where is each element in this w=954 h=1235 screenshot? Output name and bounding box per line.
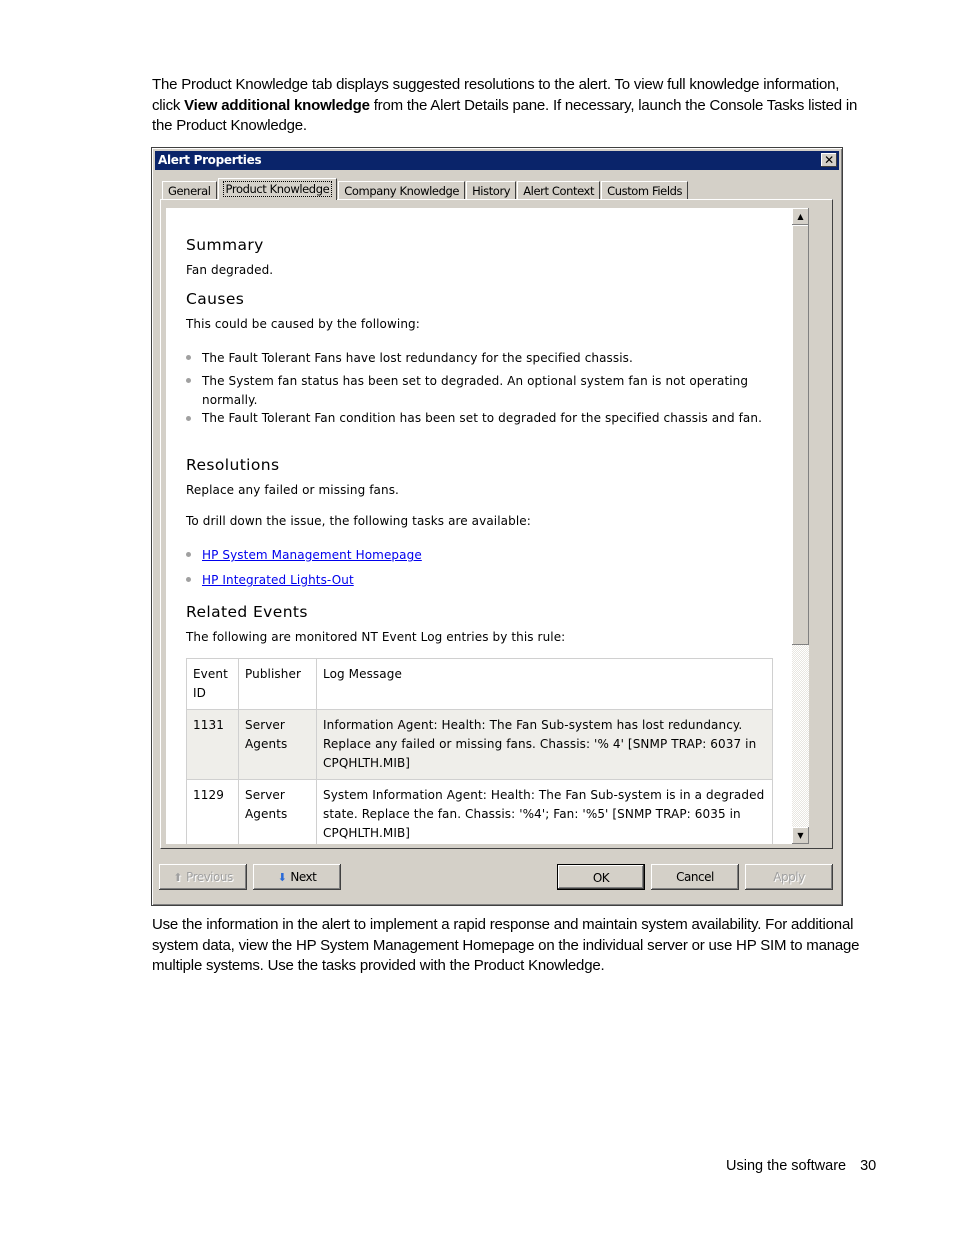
tab-alert-context[interactable]: Alert Context (517, 181, 601, 200)
vertical-scrollbar[interactable]: ▲ ▼ (792, 208, 809, 844)
cause-item: The Fault Tolerant Fan condition has bee… (202, 411, 762, 425)
bullet-icon (186, 378, 191, 383)
log-message-cell: Information Agent: Health: The Fan Sub-s… (316, 709, 773, 780)
tab-company-knowledge[interactable]: Company Knowledge (338, 181, 466, 200)
table-row: 1131 Server Agents Information Agent: He… (186, 709, 773, 780)
scroll-down-arrow-icon[interactable]: ▼ (792, 827, 809, 844)
link-hp-integrated-lights-out[interactable]: HP Integrated Lights-Out (202, 573, 354, 587)
related-events-table: Event ID Publisher Log Message 1131 Serv… (186, 658, 773, 844)
event-id-cell: 1131 (186, 709, 239, 780)
tab-custom-fields[interactable]: Custom Fields (601, 181, 689, 200)
cause-item: The System fan status has been set to de… (202, 374, 749, 407)
related-events-intro: The following are monitored NT Event Log… (186, 630, 566, 644)
related-events-heading: Related Events (186, 603, 308, 621)
product-knowledge-panel: Summary Fan degraded. Causes This could … (160, 199, 833, 849)
previous-button[interactable]: ⬆ Previous (159, 864, 247, 890)
tab-label: Custom Fields (607, 184, 683, 198)
header-event-id: Event ID (186, 658, 239, 710)
footer-section-title: Using the software (726, 1158, 847, 1174)
link-hp-system-management-homepage[interactable]: HP System Management Homepage (202, 548, 422, 562)
publisher-cell: Server Agents (238, 779, 317, 844)
tab-label: Product Knowledge (222, 181, 333, 197)
summary-heading: Summary (186, 236, 264, 254)
resolutions-text: Replace any failed or missing fans. (186, 483, 399, 497)
header-log-message: Log Message (316, 658, 773, 710)
view-additional-knowledge-term: View additional knowledge (184, 96, 370, 114)
tab-label: General (168, 184, 211, 198)
knowledge-viewer: Summary Fan degraded. Causes This could … (166, 208, 809, 844)
causes-intro: This could be caused by the following: (186, 317, 420, 331)
bullet-icon (186, 355, 191, 360)
publisher-cell: Server Agents (238, 709, 317, 780)
bullet-icon (186, 577, 191, 582)
page-number: 30 (860, 1158, 877, 1174)
tab-general[interactable]: General (162, 181, 217, 200)
previous-label: Previous (186, 870, 233, 884)
ok-button[interactable]: OK (557, 864, 645, 890)
table-header-row: Event ID Publisher Log Message (186, 658, 773, 710)
dialog-title-bar[interactable]: Alert Properties ✕ (155, 151, 839, 170)
close-icon[interactable]: ✕ (821, 153, 837, 167)
scroll-up-arrow-icon[interactable]: ▲ (792, 208, 809, 225)
alert-properties-dialog: Alert Properties ✕ General Product Knowl… (151, 147, 843, 906)
resolutions-heading: Resolutions (186, 456, 280, 474)
cancel-button[interactable]: Cancel (651, 864, 739, 890)
summary-text: Fan degraded. (186, 263, 274, 277)
tasks-intro: To drill down the issue, the following t… (186, 514, 531, 528)
event-id-cell: 1129 (186, 779, 239, 844)
down-arrow-icon: ⬇ (277, 871, 287, 884)
outro-paragraph: Use the information in the alert to impl… (152, 916, 860, 974)
next-button[interactable]: ⬇ Next (253, 864, 341, 890)
tab-label: Company Knowledge (344, 184, 460, 198)
tab-label: Alert Context (523, 184, 595, 198)
dialog-title: Alert Properties (158, 153, 262, 167)
causes-heading: Causes (186, 290, 245, 308)
page-footer: Using the software 30 (726, 1158, 876, 1174)
tab-label: History (472, 184, 511, 198)
log-message-cell: System Information Agent: Health: The Fa… (316, 779, 773, 844)
bullet-icon (186, 416, 191, 421)
bullet-icon (186, 552, 191, 557)
tab-product-knowledge[interactable]: Product Knowledge (217, 178, 338, 200)
tab-strip: General Product Knowledge Company Knowle… (162, 178, 689, 200)
apply-button[interactable]: Apply (745, 864, 833, 890)
table-row: 1129 Server Agents System Information Ag… (186, 779, 773, 844)
intro-paragraph: The Product Knowledge tab displays sugge… (152, 75, 862, 137)
next-label: Next (290, 870, 317, 884)
header-publisher: Publisher (238, 658, 317, 710)
cause-item: The Fault Tolerant Fans have lost redund… (202, 351, 633, 365)
up-arrow-icon: ⬆ (173, 871, 182, 884)
scrollbar-thumb[interactable] (792, 225, 809, 645)
tab-history[interactable]: History (466, 181, 517, 200)
